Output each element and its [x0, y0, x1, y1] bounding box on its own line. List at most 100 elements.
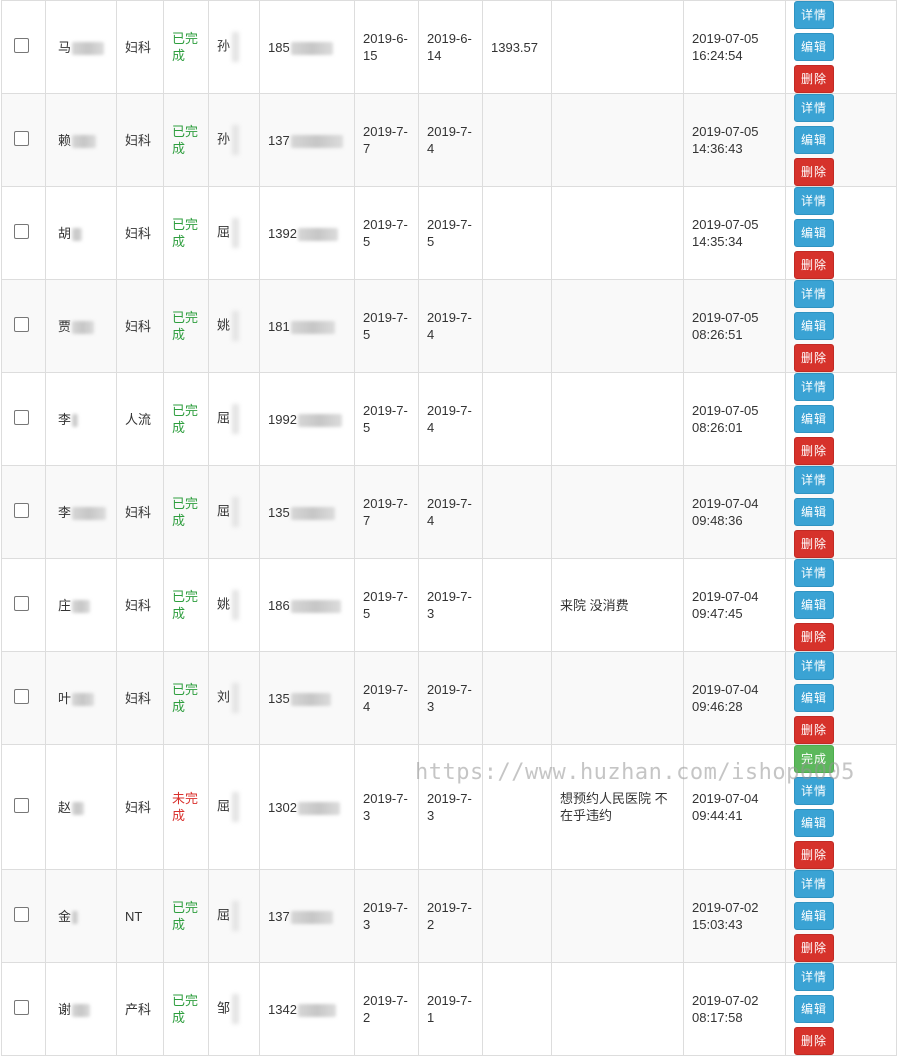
delete-button[interactable]: 删除 — [794, 158, 834, 186]
detail-button[interactable]: 详情 — [794, 280, 834, 308]
redacted-mask — [72, 1003, 91, 1017]
redacted-mask — [72, 910, 79, 924]
row-checkbox[interactable] — [14, 37, 29, 53]
select-cell — [1, 744, 46, 870]
redacted-mask — [232, 497, 240, 527]
row-checkbox[interactable] — [14, 906, 29, 922]
delete-button[interactable]: 删除 — [794, 1027, 834, 1055]
created-cell: 2019-07-02 08:17:58 — [683, 962, 786, 1056]
redacted-mask — [72, 320, 95, 334]
edit-button[interactable]: 编辑 — [794, 126, 834, 154]
redacted-mask — [72, 413, 79, 427]
delete-button[interactable]: 删除 — [794, 65, 834, 93]
detail-button[interactable]: 详情 — [794, 94, 834, 122]
detail-button[interactable]: 详情 — [794, 373, 834, 401]
note-cell — [551, 465, 684, 559]
edit-button[interactable]: 编辑 — [794, 995, 834, 1023]
actions-cell: 详情 编辑 删除 — [785, 372, 897, 466]
edit-button[interactable]: 编辑 — [794, 902, 834, 930]
redacted-mask — [72, 801, 85, 815]
actions-cell: 详情 编辑 删除 — [785, 93, 897, 187]
row-checkbox[interactable] — [14, 595, 29, 611]
created-cell: 2019-07-04 09:48:36 — [683, 465, 786, 559]
select-cell — [1, 869, 46, 963]
select-cell — [1, 465, 46, 559]
status-cell: 已完成 — [163, 93, 209, 187]
name-cell: 赵 — [45, 744, 117, 870]
phone-cell: 135 — [259, 465, 355, 559]
edit-button[interactable]: 编辑 — [794, 219, 834, 247]
row-checkbox[interactable] — [14, 316, 29, 332]
redacted-mask — [297, 227, 338, 241]
select-cell — [1, 279, 46, 373]
select-cell — [1, 372, 46, 466]
delete-button[interactable]: 删除 — [794, 934, 834, 962]
watermark-text: https://www.huzhan.com/ishop6005 — [415, 760, 855, 785]
redacted-mask — [232, 218, 240, 248]
created-cell: 2019-07-05 14:36:43 — [683, 93, 786, 187]
delete-button[interactable]: 删除 — [794, 344, 834, 372]
delete-button[interactable]: 删除 — [794, 716, 834, 744]
dept-cell: 妇科 — [116, 0, 164, 94]
delete-button[interactable]: 删除 — [794, 437, 834, 465]
delete-button[interactable]: 删除 — [794, 841, 834, 869]
row-checkbox[interactable] — [14, 999, 29, 1015]
doctor-cell: 孙 — [208, 93, 260, 187]
detail-button[interactable]: 详情 — [794, 187, 834, 215]
detail-button[interactable]: 详情 — [794, 870, 834, 898]
delete-button[interactable]: 删除 — [794, 623, 834, 651]
delete-button[interactable]: 删除 — [794, 530, 834, 558]
date1-cell: 2019-7-5 — [354, 279, 419, 373]
edit-button[interactable]: 编辑 — [794, 684, 834, 712]
redacted-mask — [72, 134, 97, 148]
delete-button[interactable]: 删除 — [794, 251, 834, 279]
redacted-mask — [290, 320, 335, 334]
row-checkbox[interactable] — [14, 130, 29, 146]
date1-cell: 2019-7-3 — [354, 744, 419, 870]
select-cell — [1, 93, 46, 187]
row-checkbox[interactable] — [14, 688, 29, 704]
select-cell — [1, 558, 46, 652]
row-checkbox[interactable] — [14, 797, 29, 813]
row-checkbox[interactable] — [14, 223, 29, 239]
detail-button[interactable]: 详情 — [794, 1, 834, 29]
phone-cell: 135 — [259, 651, 355, 745]
status-cell: 未完成 — [163, 744, 209, 870]
date1-cell: 2019-7-5 — [354, 372, 419, 466]
phone-cell: 186 — [259, 558, 355, 652]
select-cell — [1, 651, 46, 745]
phone-cell: 1342 — [259, 962, 355, 1056]
row-checkbox[interactable] — [14, 502, 29, 518]
detail-button[interactable]: 详情 — [794, 466, 834, 494]
edit-button[interactable]: 编辑 — [794, 498, 834, 526]
redacted-mask — [232, 590, 240, 620]
edit-button[interactable]: 编辑 — [794, 809, 834, 837]
created-cell: 2019-07-02 15:03:43 — [683, 869, 786, 963]
doctor-cell: 屈 — [208, 869, 260, 963]
detail-button[interactable]: 详情 — [794, 559, 834, 587]
detail-button[interactable]: 详情 — [794, 963, 834, 991]
phone-cell: 1302 — [259, 744, 355, 870]
actions-cell: 详情 编辑 删除 — [785, 869, 897, 963]
doctor-cell: 邹 — [208, 962, 260, 1056]
actions-cell: 详情 编辑 删除 — [785, 0, 897, 94]
actions-cell: 详情 编辑 删除 — [785, 558, 897, 652]
name-cell: 谢 — [45, 962, 117, 1056]
dept-cell: 妇科 — [116, 651, 164, 745]
edit-button[interactable]: 编辑 — [794, 405, 834, 433]
edit-button[interactable]: 编辑 — [794, 33, 834, 61]
edit-button[interactable]: 编辑 — [794, 312, 834, 340]
name-cell: 金 — [45, 869, 117, 963]
dept-cell: 妇科 — [116, 186, 164, 280]
row-checkbox[interactable] — [14, 409, 29, 425]
redacted-mask — [72, 227, 83, 241]
detail-button[interactable]: 详情 — [794, 652, 834, 680]
redacted-mask — [72, 599, 91, 613]
edit-button[interactable]: 编辑 — [794, 591, 834, 619]
note-cell — [551, 279, 684, 373]
date1-cell: 2019-7-7 — [354, 93, 419, 187]
table-row: 赖 妇科 已完成 孙 137 2019-7-7 2019-7-4 2019-07… — [1, 93, 897, 187]
doctor-cell: 屈 — [208, 465, 260, 559]
date2-cell: 2019-7-5 — [418, 186, 483, 280]
dept-cell: 妇科 — [116, 279, 164, 373]
